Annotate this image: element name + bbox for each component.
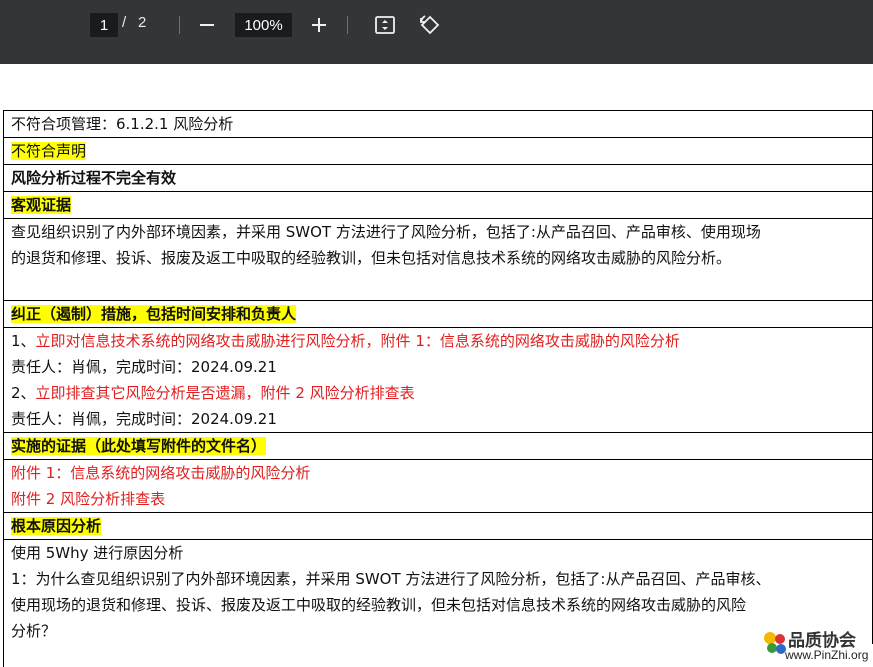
correction-heading: 纠正（遏制）措施，包括时间安排和负责人	[11, 305, 297, 323]
zoom-in-button[interactable]	[306, 12, 332, 38]
plus-icon	[312, 18, 326, 32]
evidence-heading: 客观证据	[11, 196, 72, 214]
nonconformity-title: 不符合项管理：6.1.2.1 风险分析	[11, 115, 234, 133]
root-cause-heading-row: 根本原因分析	[4, 513, 873, 540]
evidence-row: 查见组织识别了内外部环境因素，并采用 SWOT 方法进行了风险分析，包括了:从产…	[4, 219, 873, 301]
total-pages: 2	[138, 14, 147, 31]
watermark-logo: 品质协会 www.PinZhi.org	[760, 626, 870, 666]
zoom-level-input[interactable]: 100%	[235, 13, 292, 37]
toolbar-divider	[179, 16, 180, 34]
page-number-input[interactable]: 1	[90, 13, 118, 37]
correction-item: 2、立即排查其它风险分析是否遗漏，附件 2 风险分析排查表	[11, 384, 415, 402]
correction-owner: 责任人：肖佩，完成时间：2024.09.21	[11, 358, 277, 376]
evidence-line: 的退货和修理、投诉、报废及返工中吸取的经验教训，但未包括对信息技术系统的网络攻击…	[11, 249, 732, 267]
attachment-item: 附件 2 风险分析排查表	[11, 490, 166, 508]
nonconformity-title-row: 不符合项管理：6.1.2.1 风险分析	[4, 111, 873, 138]
root-cause-line: 使用 5Why 进行原因分析	[11, 544, 184, 562]
fit-page-icon	[375, 16, 395, 34]
statement-heading-row: 不符合声明	[4, 138, 873, 165]
fit-to-page-button[interactable]	[372, 12, 398, 38]
implementation-row: 附件 1：信息系统的网络攻击威胁的风险分析 附件 2 风险分析排查表	[4, 460, 873, 513]
document-page: 不符合项管理：6.1.2.1 风险分析 不符合声明 风险分析过程不完全有效 客观…	[3, 110, 873, 667]
implementation-heading: 实施的证据（此处填写附件的文件名）	[11, 437, 267, 455]
correction-heading-row: 纠正（遏制）措施，包括时间安排和负责人	[4, 301, 873, 328]
rotate-button[interactable]	[417, 12, 443, 38]
root-cause-line: 分析？	[11, 622, 57, 640]
correction-item: 1、立即对信息技术系统的网络攻击威胁进行风险分析，附件 1：信息系统的网络攻击威…	[11, 332, 680, 350]
evidence-line: 查见组织识别了内外部环境因素，并采用 SWOT 方法进行了风险分析，包括了:从产…	[11, 223, 761, 241]
rotate-icon	[420, 15, 440, 35]
root-cause-heading: 根本原因分析	[11, 517, 102, 535]
pdf-toolbar: 1 / 2 100%	[0, 0, 873, 64]
attachment-item: 附件 1：信息系统的网络攻击威胁的风险分析	[11, 464, 311, 482]
root-cause-row: 使用 5Why 进行原因分析 1：为什么查见组织识别了内外部环境因素，并采用 S…	[4, 540, 873, 644]
page-separator: /	[122, 14, 127, 31]
root-cause-line: 1：为什么查见组织识别了内外部环境因素，并采用 SWOT 方法进行了风险分析，包…	[11, 570, 771, 588]
evidence-heading-row: 客观证据	[4, 192, 873, 219]
toolbar-divider	[347, 16, 348, 34]
root-cause-line: 使用现场的退货和修理、投诉、报废及返工中吸取的经验教训，但未包括对信息技术系统的…	[11, 596, 747, 614]
minus-icon	[200, 24, 214, 26]
statement-heading: 不符合声明	[11, 142, 87, 160]
zoom-out-button[interactable]	[194, 12, 220, 38]
correction-row: 1、立即对信息技术系统的网络攻击威胁进行风险分析，附件 1：信息系统的网络攻击威…	[4, 328, 873, 433]
watermark-url: www.PinZhi.org	[785, 648, 869, 662]
statement-row: 风险分析过程不完全有效	[4, 165, 873, 192]
statement-text: 风险分析过程不完全有效	[11, 169, 177, 187]
correction-owner: 责任人：肖佩，完成时间：2024.09.21	[11, 410, 277, 428]
implementation-heading-row: 实施的证据（此处填写附件的文件名）	[4, 433, 873, 460]
